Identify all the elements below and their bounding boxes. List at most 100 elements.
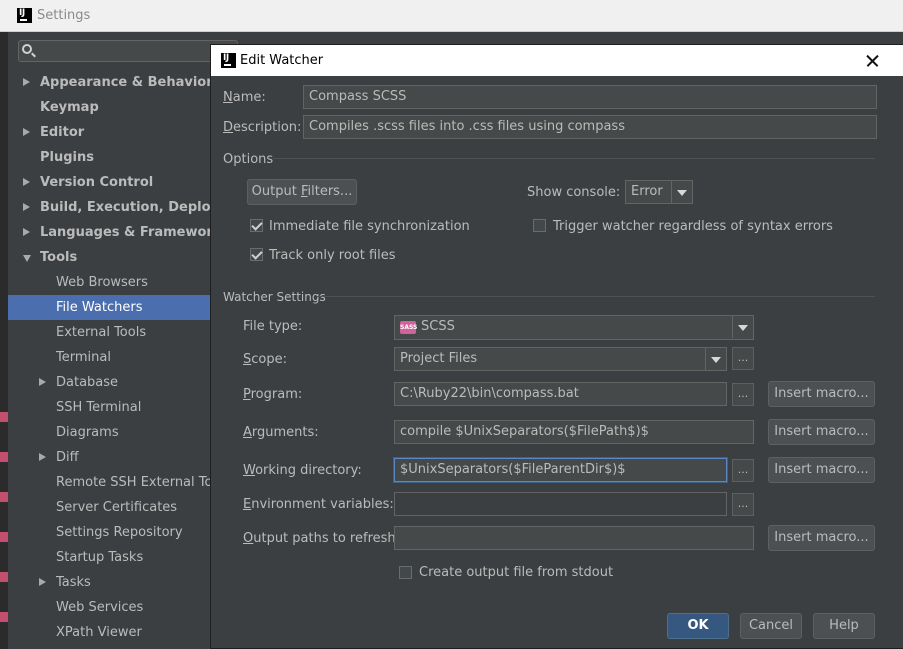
tree-item-label: Keymap — [40, 100, 99, 115]
tree-item-tasks[interactable]: Tasks — [8, 570, 211, 595]
tree-item-label: Diff — [56, 450, 79, 465]
tree-item-label: Terminal — [56, 350, 111, 365]
tree-item-keymap[interactable]: Keymap — [8, 95, 211, 120]
name-input[interactable]: Compass SCSS — [303, 85, 877, 109]
working-directory-label: Working directory: — [243, 463, 362, 478]
settings-sidebar: Appearance & Behavior Keymap Editor Plugins… — [8, 32, 238, 649]
search-icon — [22, 44, 32, 54]
tree-item-label: Version Control — [40, 175, 154, 190]
close-icon[interactable] — [863, 51, 883, 71]
program-browse-button[interactable]: ... — [732, 383, 754, 406]
tree-item-terminal[interactable]: Terminal — [8, 345, 211, 370]
tree-item-appearance-behavior[interactable]: Appearance & Behavior — [8, 70, 211, 95]
tree-item-settings-repository[interactable]: Settings Repository — [8, 520, 211, 545]
program-insert-macro-button[interactable]: Insert macro... — [768, 381, 875, 407]
chevron-right-icon[interactable] — [39, 378, 46, 386]
tree-item-tools[interactable]: Tools — [8, 245, 211, 270]
tree-item-version-control[interactable]: Version Control — [8, 170, 211, 195]
edit-watcher-dialog: Edit Watcher Name: Compass SCSS Descript… — [210, 44, 903, 649]
show-console-select[interactable]: Error — [625, 180, 693, 204]
chevron-right-icon[interactable] — [39, 453, 46, 461]
tree-item-remote-ssh-external-tools[interactable]: Remote SSH External Tools — [8, 470, 211, 495]
description-input[interactable]: Compiles .scss files into .css files usi… — [303, 115, 877, 139]
options-separator — [273, 158, 875, 159]
help-button[interactable]: Help — [813, 613, 875, 639]
tree-item-label: Tools — [40, 250, 78, 265]
output-paths-insert-macro-button[interactable]: Insert macro... — [768, 525, 875, 551]
environment-variables-browse-button[interactable]: ... — [732, 493, 754, 516]
tree-item-label: Remote SSH External Tools — [56, 475, 211, 490]
track-root-checkbox[interactable] — [250, 248, 263, 261]
working-directory-browse-button[interactable]: ... — [732, 459, 754, 482]
tree-item-web-services[interactable]: Web Services — [8, 595, 211, 620]
file-type-select[interactable]: SASS SCSS — [394, 315, 754, 340]
output-filters-button[interactable]: Output Filters... — [247, 179, 357, 205]
immediate-sync-label: Immediate file synchronization — [269, 219, 470, 234]
cancel-button[interactable]: Cancel — [740, 613, 802, 639]
tree-item-languages-frameworks[interactable]: Languages & Frameworks — [8, 220, 211, 245]
tree-item-label: Build, Execution, Deployment — [40, 200, 211, 215]
settings-search-input[interactable] — [18, 40, 238, 62]
dialog-titlebar: Edit Watcher — [211, 45, 903, 76]
trigger-regardless-checkbox[interactable] — [533, 219, 546, 232]
create-output-label: Create output file from stdout — [419, 565, 614, 580]
chevron-right-icon[interactable] — [23, 178, 30, 186]
scope-select[interactable]: Project Files — [394, 347, 727, 371]
chevron-right-icon[interactable] — [23, 203, 30, 211]
ok-button[interactable]: OK — [667, 613, 729, 639]
watcher-settings-separator — [317, 296, 875, 297]
tree-item-editor[interactable]: Editor — [8, 120, 211, 145]
editor-edge-strip — [0, 32, 8, 649]
scope-browse-button[interactable]: ... — [732, 347, 754, 370]
tree-item-diagrams[interactable]: Diagrams — [8, 420, 211, 445]
tree-item-plugins[interactable]: Plugins — [8, 145, 211, 170]
working-directory-input[interactable]: $UnixSeparators($FileParentDir$)$ — [394, 458, 727, 482]
tree-item-label: Web Browsers — [56, 275, 148, 290]
chevron-down-icon — [705, 348, 726, 370]
chevron-down-icon[interactable] — [23, 255, 31, 262]
tree-item-label: Appearance & Behavior — [40, 75, 211, 90]
file-type-value: SCSS — [421, 319, 455, 334]
tree-item-label: XPath Viewer — [56, 625, 142, 640]
tree-item-external-tools[interactable]: External Tools — [8, 320, 211, 345]
chevron-right-icon[interactable] — [23, 128, 30, 136]
tree-item-label: Startup Tasks — [56, 550, 144, 565]
watcher-settings-header: Watcher Settings — [223, 290, 326, 304]
intellij-logo-icon — [221, 53, 236, 68]
chevron-right-icon[interactable] — [39, 578, 46, 586]
arguments-insert-macro-button[interactable]: Insert macro... — [768, 419, 875, 445]
output-paths-input[interactable] — [394, 526, 754, 550]
tree-item-diff[interactable]: Diff — [8, 445, 211, 470]
file-icon — [0, 612, 8, 622]
tree-item-build-execution-deployment[interactable]: Build, Execution, Deployment — [8, 195, 211, 220]
tree-item-ssh-terminal[interactable]: SSH Terminal — [8, 395, 211, 420]
create-output-checkbox[interactable] — [399, 566, 412, 579]
tree-item-startup-tasks[interactable]: Startup Tasks — [8, 545, 211, 570]
chevron-right-icon[interactable] — [23, 78, 30, 86]
tree-item-label: Settings Repository — [56, 525, 183, 540]
program-input[interactable]: C:\Ruby22\bin\compass.bat — [394, 382, 727, 406]
intellij-logo-icon — [17, 8, 32, 23]
scope-value: Project Files — [400, 351, 478, 366]
working-directory-insert-macro-button[interactable]: Insert macro... — [768, 457, 875, 483]
arguments-label: Arguments: — [243, 425, 319, 440]
tree-item-server-certificates[interactable]: Server Certificates — [8, 495, 211, 520]
tree-item-xpath-viewer[interactable]: XPath Viewer — [8, 620, 211, 645]
immediate-sync-checkbox[interactable] — [250, 219, 263, 232]
chevron-right-icon[interactable] — [23, 228, 30, 236]
chevron-down-icon — [671, 181, 692, 203]
tree-item-database[interactable]: Database — [8, 370, 211, 395]
dialog-title: Edit Watcher — [240, 53, 324, 68]
tree-item-web-browsers[interactable]: Web Browsers — [8, 270, 211, 295]
arguments-input[interactable]: compile $UnixSeparators($FilePath$)$ — [394, 420, 754, 444]
show-console-value: Error — [631, 184, 663, 199]
tree-item-file-watchers[interactable]: File Watchers — [8, 295, 211, 320]
tree-item-label: Editor — [40, 125, 85, 140]
name-label: Name: — [223, 90, 266, 105]
settings-window-title: Settings — [37, 8, 91, 23]
description-label: Description: — [223, 120, 302, 135]
environment-variables-input[interactable] — [394, 492, 727, 516]
environment-variables-label: Environment variables: — [243, 497, 394, 512]
options-header: Options — [223, 152, 274, 167]
tree-item-label: Languages & Frameworks — [40, 225, 211, 240]
